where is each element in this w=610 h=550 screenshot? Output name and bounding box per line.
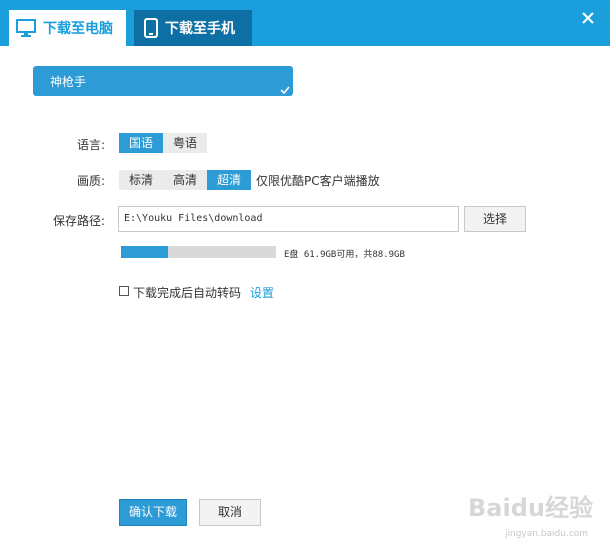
cancel-button[interactable]: 取消 [199,499,261,526]
phone-icon [144,18,158,38]
tab-download-to-pc[interactable]: 下载至电脑 [9,10,126,46]
quality-option-sd[interactable]: 标清 [119,170,163,190]
tab-label: 下载至电脑 [43,21,113,37]
save-path-label: 保存路径: [52,214,105,228]
language-option-mandarin[interactable]: 国语 [119,133,163,153]
baidu-watermark: Baidu经验 [468,494,593,522]
disk-usage-bar [121,246,276,258]
quality-option-super-hd[interactable]: 超清 [207,170,251,190]
save-path-input[interactable]: E:\Youku Files\download [118,206,459,232]
confirm-download-button[interactable]: 确认下载 [119,499,187,526]
monitor-icon [16,19,36,37]
language-label: 语言: [76,138,105,152]
tab-download-to-phone[interactable]: 下载至手机 [134,10,252,46]
auto-convert-label: 下载完成后自动转码 [133,286,242,300]
video-title-selector[interactable]: 神枪手 [33,66,293,96]
quality-option-hd[interactable]: 高清 [163,170,207,190]
close-icon[interactable] [581,11,595,25]
checkmark-icon [280,86,290,94]
quality-label: 画质: [76,174,105,188]
disk-usage-fill [121,246,168,258]
quality-note: 仅限优酷PC客户端播放 [256,174,380,188]
settings-link[interactable]: 设置 [250,284,274,301]
disk-info: E盘 61.9GB可用，共88.9GB [284,250,405,260]
auto-convert-checkbox[interactable] [119,286,129,296]
tab-label: 下载至手机 [165,21,235,37]
language-option-cantonese[interactable]: 粤语 [163,133,207,153]
video-title: 神枪手 [50,75,87,89]
browse-button[interactable]: 选择 [464,206,526,232]
baidu-watermark-url: jingyan.baidu.com [505,529,589,539]
title-bar: 下载至电脑 下载至手机 [0,0,610,46]
